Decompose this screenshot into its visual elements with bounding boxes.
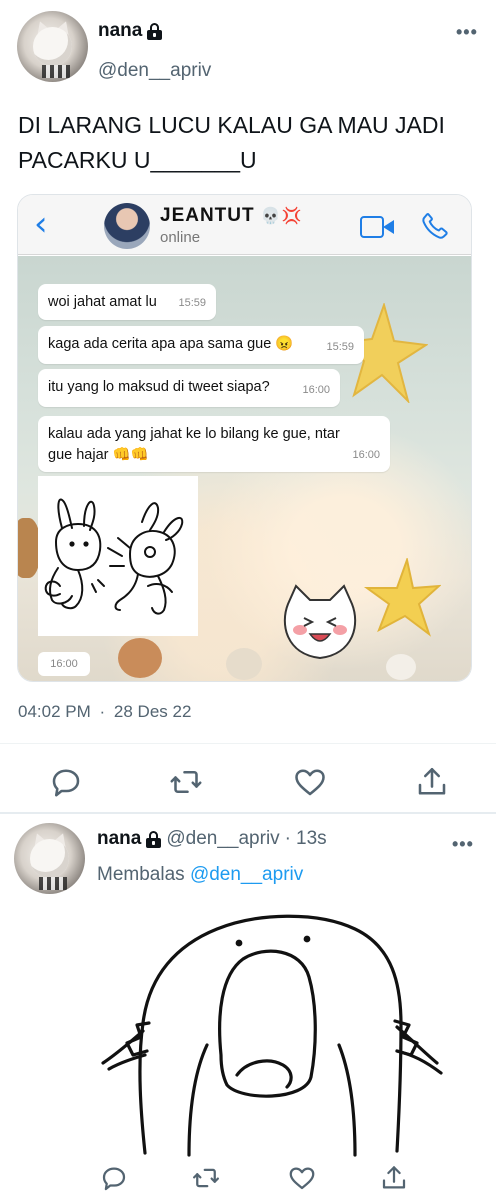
retweet-icon[interactable]: [188, 1163, 224, 1193]
video-call-icon: [360, 216, 396, 238]
cat-sticker: [386, 654, 416, 680]
cat-sticker: [226, 648, 262, 680]
contact-emoji: 💀💢: [260, 208, 303, 225]
screaming-blob-drawing: [101, 914, 443, 1157]
author-handle[interactable]: @den__apriv: [98, 60, 211, 82]
cat-face-sticker: [283, 584, 357, 660]
cat-sticker: [18, 518, 40, 578]
tweet-timestamp[interactable]: 04:02 PM · 28 Des 22: [18, 702, 191, 722]
like-icon[interactable]: [284, 1163, 320, 1193]
tweet-text: DI LARANG LUCU KALAU GA MAU JADI PACARKU…: [18, 112, 445, 173]
chat-message: itu yang lo maksud di tweet siapa? 16:00: [38, 369, 340, 407]
main-tweet: nana ••• @den__apriv DI LARANG LUCU KALA…: [0, 0, 496, 815]
bunny-sticker: [38, 476, 198, 636]
contact-status: online: [160, 229, 201, 246]
reply-author-name[interactable]: nana: [97, 828, 141, 850]
bunny-drawing: [44, 498, 184, 615]
chat-message: kalau ada yang jahat ke lo bilang ke gue…: [38, 416, 390, 472]
replying-to: Membalas @den__apriv: [97, 864, 304, 885]
reply-author-handle[interactable]: @den__apriv: [166, 828, 279, 850]
author-name-row: nana: [98, 20, 163, 42]
dot-separator: ·: [284, 828, 291, 849]
message-time: 15:59: [178, 297, 206, 309]
message-time: 15:59: [326, 341, 354, 353]
chat-message: kaga ada cerita apa apa sama gue 😠 15:59: [38, 326, 364, 364]
cat-sticker: [118, 638, 162, 678]
share-icon[interactable]: [414, 764, 450, 800]
avatar[interactable]: [17, 11, 88, 82]
chevron-left-icon: ‹: [34, 204, 48, 244]
message-time: 16:00: [302, 384, 330, 396]
divider: [0, 743, 496, 744]
chat-header: ‹ JEANTUT 💀💢 online: [18, 195, 471, 255]
reply-icon[interactable]: [48, 764, 84, 800]
chat-message: woi jahat amat lu 15:59: [38, 284, 216, 320]
star-sticker: [363, 558, 441, 637]
more-horizontal-icon[interactable]: •••: [452, 834, 474, 855]
retweet-icon[interactable]: [168, 764, 204, 800]
tweet-media-chat-screenshot[interactable]: ‹ JEANTUT 💀💢 online woi jahat amat lu 15…: [17, 194, 472, 682]
reply-age[interactable]: 13s: [296, 828, 327, 850]
tweet-separator: [0, 812, 496, 814]
phone-icon: [422, 213, 448, 239]
message-time: 16:00: [352, 449, 380, 461]
reply-icon[interactable]: [96, 1163, 132, 1193]
like-icon[interactable]: [292, 764, 328, 800]
lock-icon: [147, 23, 163, 40]
author-name[interactable]: nana: [98, 20, 142, 42]
avatar[interactable]: [14, 823, 85, 894]
more-horizontal-icon[interactable]: •••: [456, 22, 478, 43]
sticker-time: 16:00: [38, 652, 90, 676]
share-icon[interactable]: [376, 1163, 412, 1193]
lock-icon: [146, 831, 162, 848]
reply-author-row: nana @den__apriv · 13s: [97, 828, 327, 850]
reply-media-drawing[interactable]: [97, 905, 459, 1163]
contact-name: JEANTUT 💀💢: [160, 205, 303, 226]
replying-to-link[interactable]: @den__apriv: [190, 864, 303, 885]
contact-avatar: [104, 203, 150, 249]
